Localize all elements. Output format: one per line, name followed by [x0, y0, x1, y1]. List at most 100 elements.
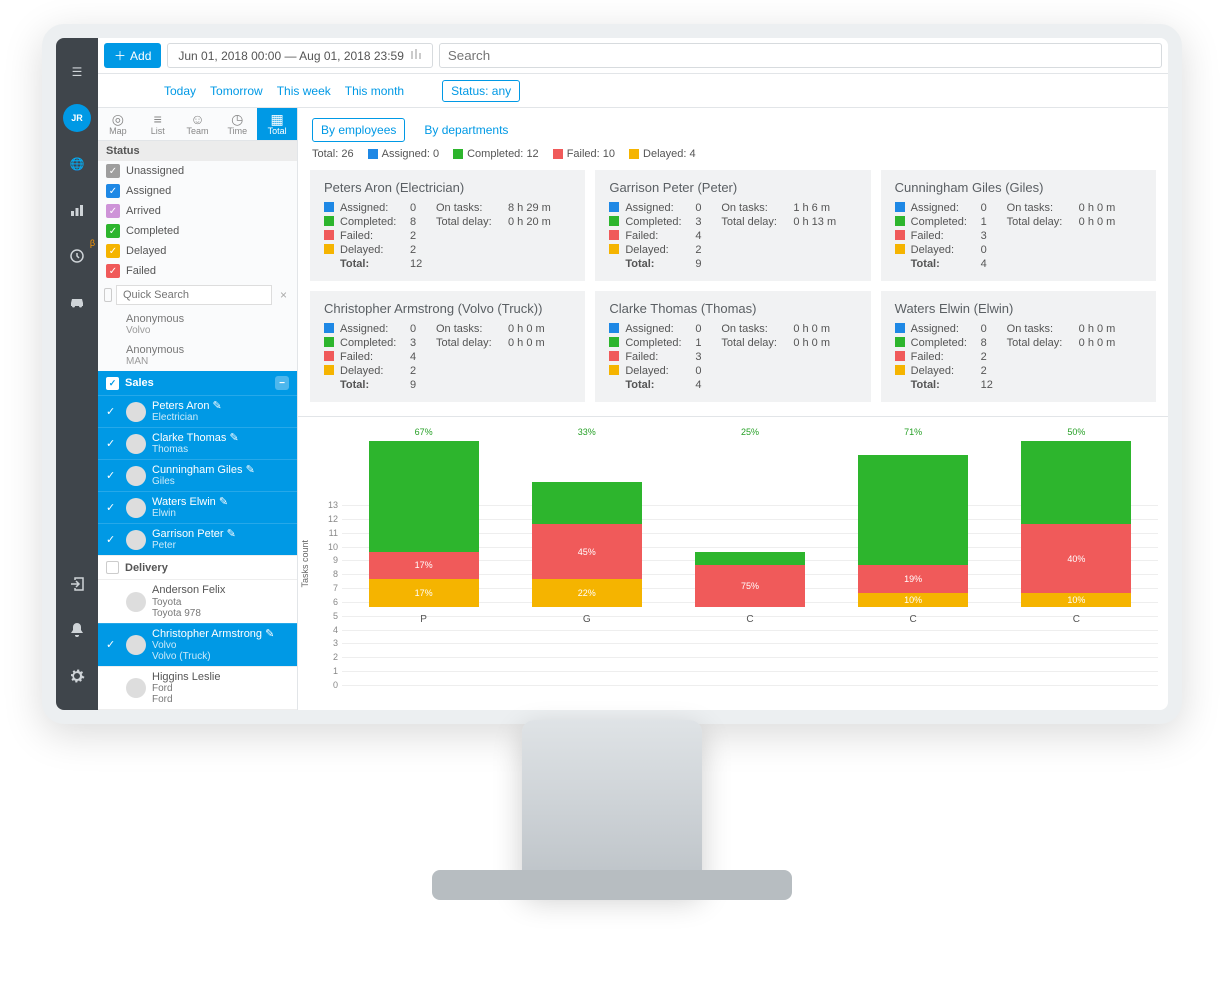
tab-total[interactable]: ▦Total — [257, 108, 297, 140]
by-departments-tab[interactable]: By departments — [415, 118, 517, 142]
menu-icon[interactable]: ☰ — [63, 58, 91, 86]
employee-item[interactable]: Higgins Leslie FordFord — [98, 666, 297, 709]
quick-search-input[interactable] — [116, 285, 272, 305]
status-arrived[interactable]: ✓Arrived — [98, 201, 297, 221]
chart-area: Tasks count 01234567891011121367%17%17%P… — [298, 416, 1168, 710]
grouping-tabs: By employees By departments — [298, 108, 1168, 148]
group-delivery[interactable]: Delivery — [98, 555, 297, 579]
filter-tomorrow[interactable]: Tomorrow — [210, 84, 263, 98]
status-label: Failed — [126, 265, 156, 277]
failed-dot — [553, 149, 563, 159]
status-filter[interactable]: Status: any — [442, 80, 520, 102]
employee-sub: Peter — [152, 540, 236, 551]
anonymous-item[interactable]: AnonymousVolvo — [98, 309, 297, 340]
edit-icon: ✎ — [229, 432, 238, 444]
bell-icon[interactable] — [63, 616, 91, 644]
tab-team[interactable]: ☺Team — [178, 108, 218, 140]
bar-column: 33%45%22%G — [532, 427, 642, 607]
search-input[interactable] — [439, 43, 1162, 68]
status-unassigned[interactable]: ✓Unassigned — [98, 161, 297, 181]
add-button-label: Add — [130, 49, 151, 63]
status-assigned[interactable]: ✓Assigned — [98, 181, 297, 201]
globe-icon[interactable]: 🌐 — [63, 150, 91, 178]
bar-x-label: G — [532, 614, 642, 625]
employee-name: Christopher Armstrong ✎ — [152, 628, 274, 640]
employee-item[interactable]: ✓Christopher Armstrong ✎VolvoVolvo (Truc… — [98, 623, 297, 666]
bar-segment-completed — [1021, 441, 1131, 524]
list-icon: ≡ — [138, 112, 178, 126]
employee-card: Cunningham Giles (Giles) Assigned:0On ta… — [881, 170, 1156, 281]
tab-list[interactable]: ≡List — [138, 108, 178, 140]
login-icon[interactable] — [63, 570, 91, 598]
time-icon: ◷ — [217, 112, 257, 126]
summary-line: Total: 26 Assigned: 0 Completed: 12 Fail… — [298, 148, 1168, 170]
clock-icon[interactable] — [63, 242, 91, 270]
filter-this-month[interactable]: This month — [345, 84, 404, 98]
employee-card: Waters Elwin (Elwin) Assigned:0On tasks:… — [881, 291, 1156, 402]
edit-icon: ✎ — [213, 400, 222, 412]
assigned-dot — [368, 149, 378, 159]
gear-icon[interactable] — [63, 662, 91, 690]
employee-item[interactable]: ✓Garrison Peter ✎Peter — [98, 523, 297, 555]
status-label: Arrived — [126, 205, 161, 217]
bar-x-label: C — [858, 614, 968, 625]
status-completed[interactable]: ✓Completed — [98, 221, 297, 241]
employee-name: Waters Elwin ✎ — [152, 496, 228, 508]
employee-sub: Giles — [152, 476, 255, 487]
bar-segment-delayed: 10% — [1021, 593, 1131, 607]
stats-icon[interactable] — [63, 196, 91, 224]
status-header: Status — [98, 141, 297, 161]
avatar — [126, 466, 146, 486]
date-range-picker[interactable]: Jun 01, 2018 00:00 — Aug 01, 2018 23:59 — [167, 43, 433, 68]
employee-item[interactable]: ✓Clarke Thomas ✎Thomas — [98, 427, 297, 459]
status-delayed[interactable]: ✓Delayed — [98, 241, 297, 261]
checkbox-icon: ✓ — [106, 264, 120, 278]
tab-time[interactable]: ◷Time — [217, 108, 257, 140]
filter-this-week[interactable]: This week — [277, 84, 331, 98]
employee-sub: Electrician — [152, 412, 222, 423]
employee-item[interactable]: ✓Cunningham Giles ✎Giles — [98, 459, 297, 491]
grid-line: 3 — [342, 643, 1158, 644]
delayed-dot — [629, 149, 639, 159]
employee-item[interactable]: Dickerson Scott — [98, 709, 297, 710]
group-checkbox[interactable] — [106, 561, 119, 574]
grid-line: 0 — [342, 685, 1158, 686]
group-checkbox[interactable]: ✓ — [106, 377, 119, 390]
bar-segment-delayed: 22% — [532, 579, 642, 607]
add-button[interactable]: ＋ Add — [104, 43, 161, 68]
employee-card: Clarke Thomas (Thomas) Assigned:0On task… — [595, 291, 870, 402]
checkmark-icon: ✓ — [106, 405, 120, 418]
checkmark-icon: ✓ — [106, 533, 120, 546]
avatar — [126, 498, 146, 518]
bar-column: 50%40%10%C — [1021, 427, 1131, 607]
employee-card: Peters Aron (Electrician) Assigned:0On t… — [310, 170, 585, 281]
collapse-icon[interactable]: − — [275, 376, 289, 390]
anonymous-item[interactable]: AnonymousMAN — [98, 340, 297, 371]
bar-column: 25%75%C — [695, 427, 805, 607]
employee-sub: Toyota — [152, 597, 225, 608]
employee-card: Christopher Armstrong (Volvo (Truck)) As… — [310, 291, 585, 402]
avatar — [126, 592, 146, 612]
by-employees-tab[interactable]: By employees — [312, 118, 405, 142]
employee-item[interactable]: Anderson Felix ToyotaToyota 978 — [98, 579, 297, 622]
status-failed[interactable]: ✓ Failed — [98, 261, 297, 281]
filter-today[interactable]: Today — [164, 84, 196, 98]
bar-segment-completed — [369, 441, 479, 552]
close-icon[interactable]: × — [276, 288, 291, 302]
employee-cards: Peters Aron (Electrician) Assigned:0On t… — [298, 170, 1168, 402]
bar-segment-delayed: 10% — [858, 593, 968, 607]
tab-map[interactable]: ◎Map — [98, 108, 138, 140]
y-axis-label: Tasks count — [298, 536, 312, 592]
quick-search-row: × — [98, 281, 297, 309]
sidebar: ◎Map ≡List ☺Team ◷Time ▦Total Status ✓Un… — [98, 108, 298, 710]
user-avatar[interactable]: JR — [63, 104, 91, 132]
grid-line: 1 — [342, 671, 1158, 672]
group-sales[interactable]: ✓Sales− — [98, 371, 297, 395]
quick-search-checkbox[interactable] — [104, 288, 112, 302]
employee-item[interactable]: ✓ Peters Aron ✎Electrician — [98, 395, 297, 427]
car-icon[interactable] — [63, 288, 91, 316]
status-label: Completed — [126, 225, 179, 237]
employee-item[interactable]: ✓Waters Elwin ✎Elwin — [98, 491, 297, 523]
bar-x-label: C — [695, 614, 805, 625]
employee-name: Peters Aron ✎ — [152, 400, 222, 412]
